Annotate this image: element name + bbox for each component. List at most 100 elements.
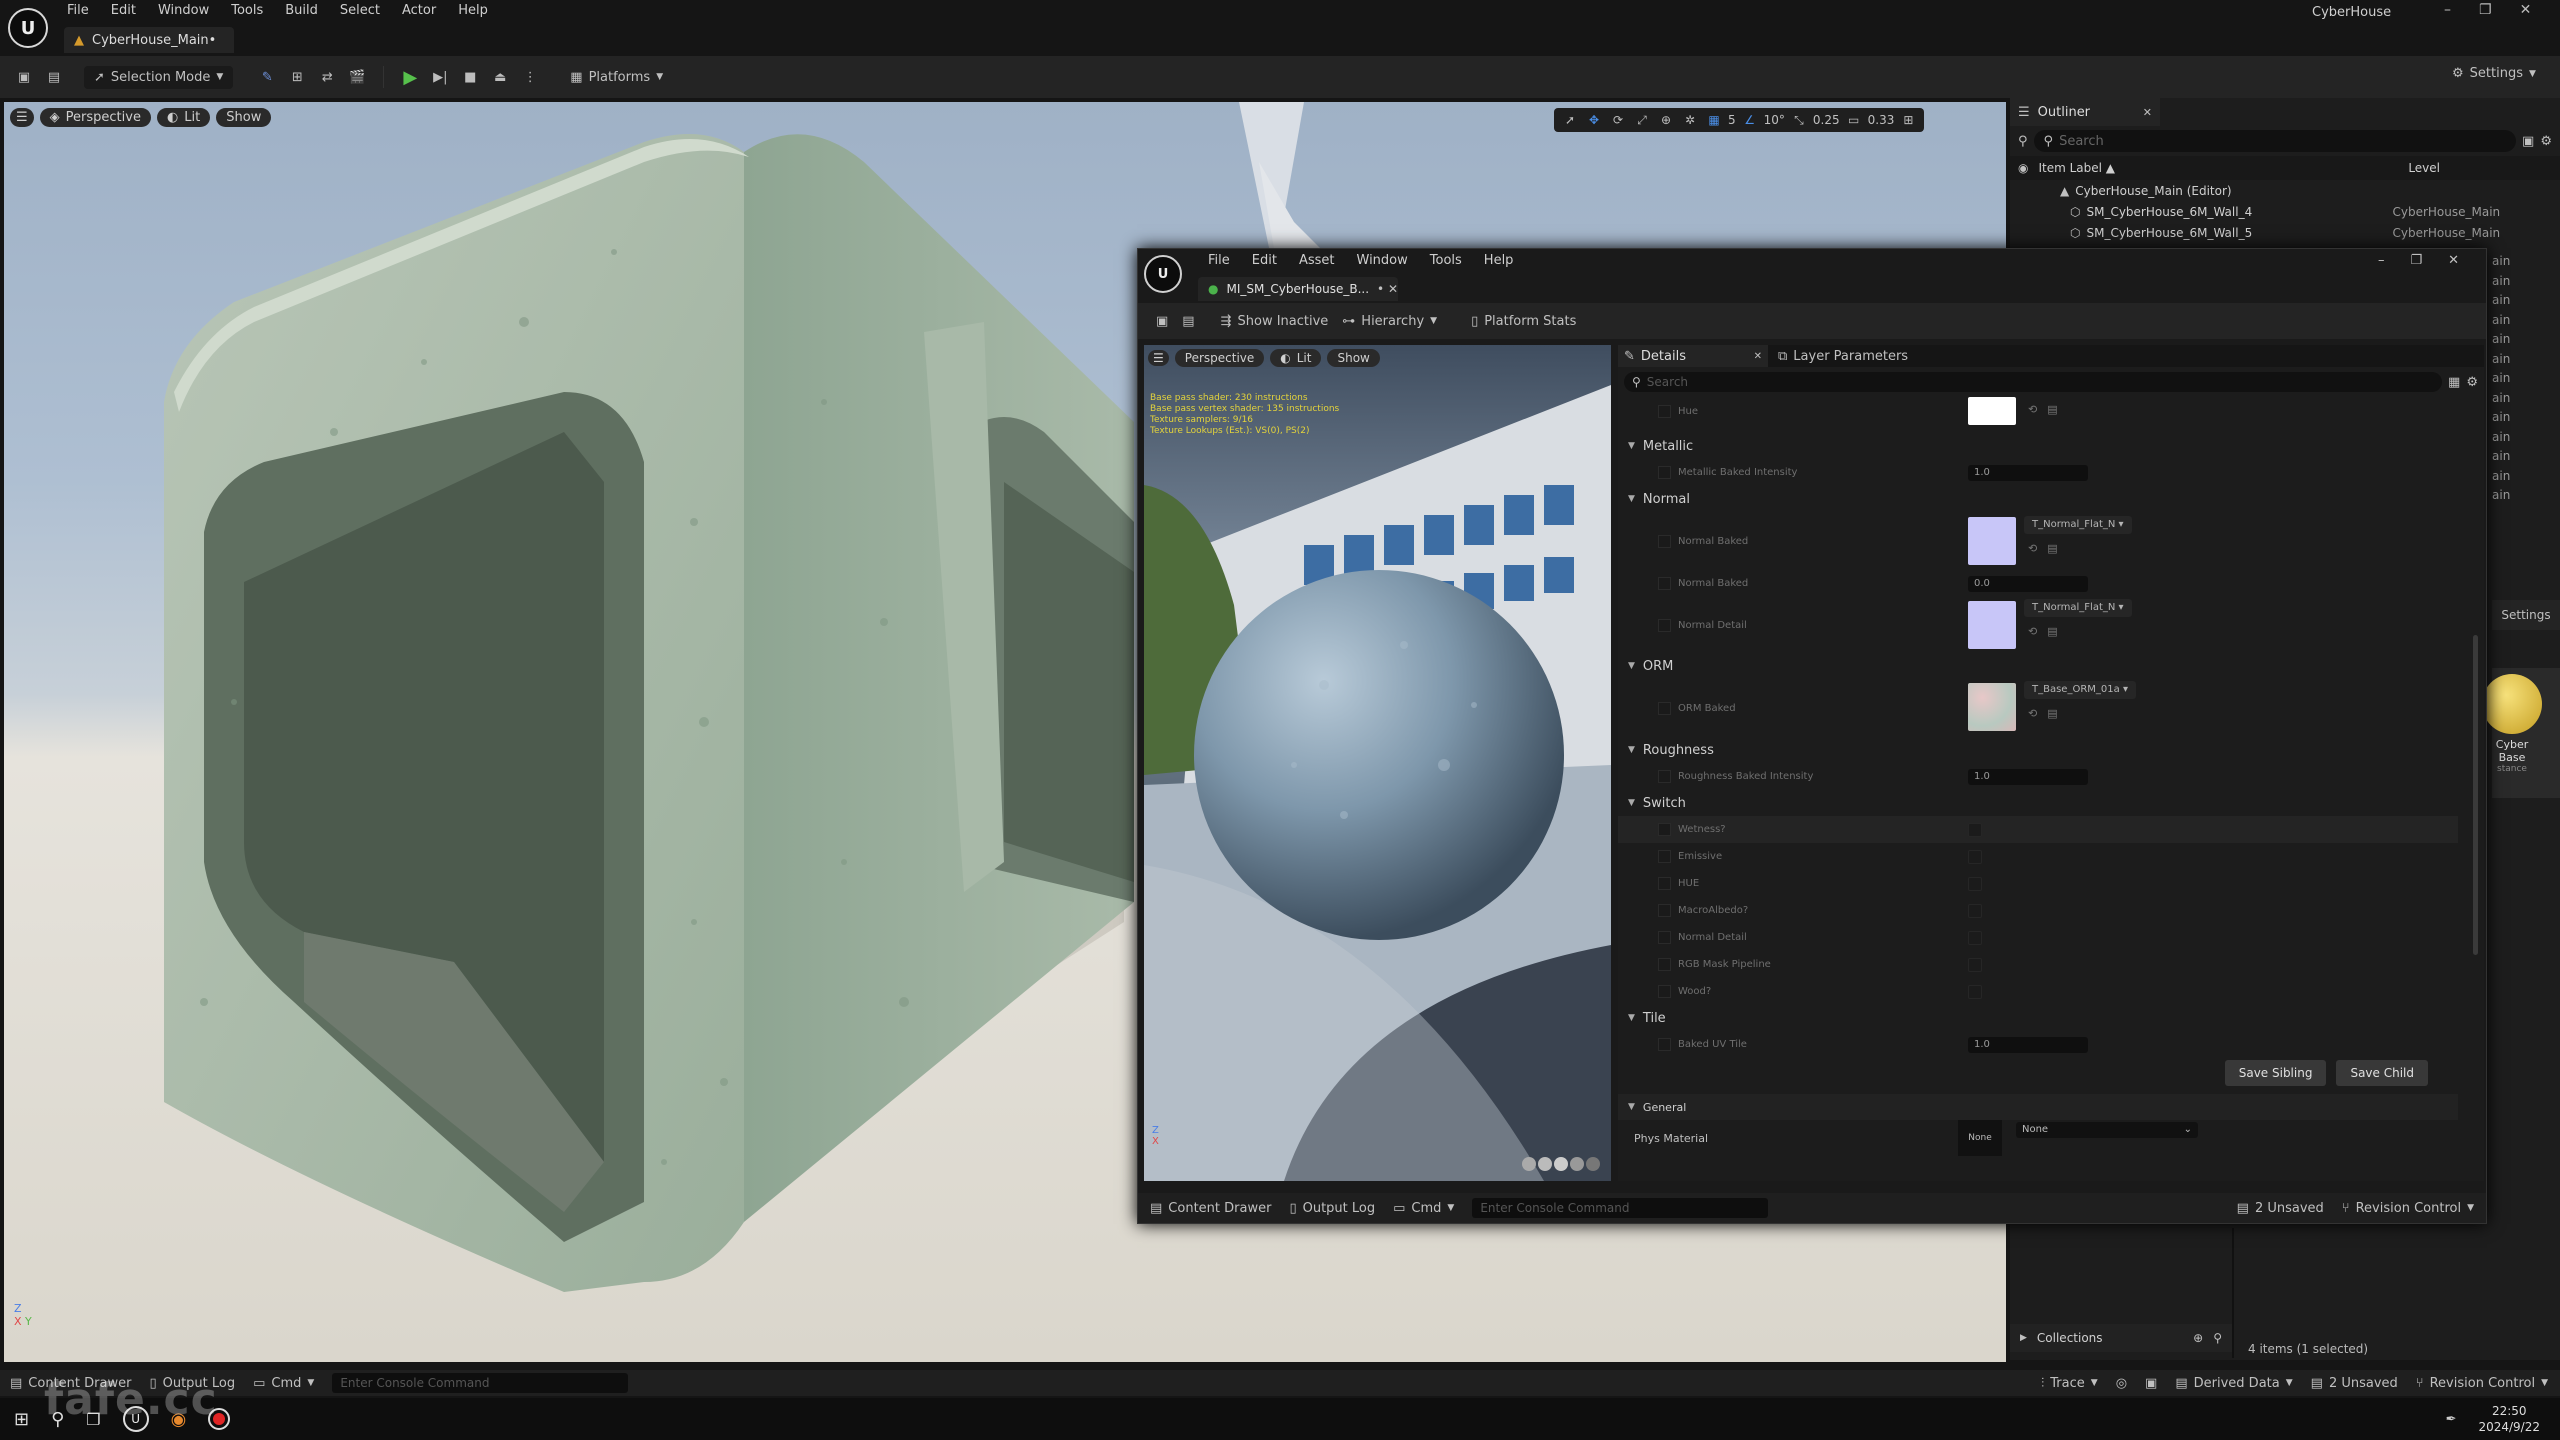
metallic-value-input[interactable]: 1.0: [1968, 464, 2088, 481]
menu-edit[interactable]: Edit: [111, 3, 136, 18]
filter-icon[interactable]: ⚲: [2018, 134, 2028, 149]
override-checkbox[interactable]: [1658, 904, 1671, 917]
more-options-icon[interactable]: ⋮: [520, 67, 540, 87]
normal-detail-texture-select[interactable]: T_Normal_Flat_N ▾: [2024, 599, 2132, 617]
selection-mode-button[interactable]: ➚ Selection Mode ▼: [84, 65, 234, 89]
cylinder-icon[interactable]: [1522, 1157, 1536, 1171]
menu-tools[interactable]: Tools: [231, 3, 263, 18]
browse-icon[interactable]: ▤: [2047, 625, 2057, 638]
orm-texture-thumb[interactable]: [1968, 683, 2016, 731]
minimize-icon[interactable]: –: [2378, 253, 2385, 268]
close-tab-icon[interactable]: ✕: [2143, 106, 2152, 119]
gear-icon[interactable]: ⚙: [2540, 134, 2552, 149]
override-checkbox[interactable]: [1658, 618, 1671, 632]
cmd-button[interactable]: ▭ Cmd ▼: [1393, 1201, 1454, 1216]
editor-menu-file[interactable]: File: [1208, 253, 1230, 268]
item-label-column[interactable]: Item Label ▲: [2038, 161, 2115, 175]
menu-build[interactable]: Build: [285, 3, 318, 18]
override-checkbox[interactable]: [1658, 850, 1671, 863]
restore-icon[interactable]: ❐: [2411, 253, 2423, 268]
menu-help[interactable]: Help: [458, 3, 488, 18]
reset-icon[interactable]: ⟲: [2028, 542, 2037, 555]
close-tab-icon[interactable]: ✕: [1754, 351, 1762, 362]
perspective-button[interactable]: ◈ Perspective: [39, 108, 151, 127]
select-tool-icon[interactable]: ➚: [1560, 110, 1580, 130]
editor-logo[interactable]: U: [1144, 255, 1182, 293]
settings-button[interactable]: ⚙ Settings ▼: [2452, 66, 2536, 81]
override-checkbox[interactable]: [1658, 958, 1671, 971]
editor-menu-window[interactable]: Window: [1357, 253, 1408, 268]
scale-snap-icon[interactable]: ⤡: [1789, 110, 1809, 130]
lit-button[interactable]: ◐ Lit: [156, 108, 211, 127]
menu-window[interactable]: Window: [158, 3, 209, 18]
screenshot-icon[interactable]: ▣: [2145, 1376, 2157, 1391]
asset-thumbnail[interactable]: Cyber Base stance: [2482, 668, 2560, 798]
save-icon[interactable]: ▣: [14, 67, 34, 87]
color-swatch[interactable]: [1968, 397, 2016, 425]
preview-viewport[interactable]: ☰ Perspective ◐ Lit Show Base pass shader…: [1144, 345, 1611, 1181]
preview-perspective-button[interactable]: Perspective: [1174, 349, 1265, 367]
category-general[interactable]: ▼ General: [1618, 1094, 2458, 1120]
scale-snap-value[interactable]: 0.25: [1813, 113, 1840, 127]
outliner-row[interactable]: ⬡ SM_CyberHouse_6M_Wall_4 CyberHouse_Mai…: [2010, 201, 2560, 222]
output-log-button[interactable]: ▯ Output Log: [1289, 1201, 1375, 1216]
editor-menu-tools[interactable]: Tools: [1430, 253, 1462, 268]
switch-checkbox[interactable]: [1968, 957, 1982, 972]
restore-icon[interactable]: ❐: [2479, 2, 2492, 18]
unsaved-button[interactable]: ▤ 2 Unsaved: [2311, 1376, 2398, 1391]
outliner-tab[interactable]: ☰ Outliner ✕: [2010, 98, 2160, 126]
browse-icon[interactable]: ▤: [1182, 314, 1194, 329]
close-icon[interactable]: ✕: [2448, 253, 2459, 268]
layout-icon[interactable]: ⊞: [1898, 110, 1918, 130]
browse-icon[interactable]: ▤: [2047, 403, 2057, 416]
revision-control-button[interactable]: ⑂ Revision Control ▼: [2342, 1201, 2474, 1216]
outliner-row[interactable]: ▲ CyberHouse_Main (Editor): [2010, 180, 2560, 201]
cinematics-icon[interactable]: 🎬: [347, 67, 367, 87]
show-button[interactable]: Show: [216, 108, 272, 127]
override-checkbox[interactable]: [1658, 823, 1671, 836]
save-sibling-button[interactable]: Save Sibling: [2224, 1060, 2327, 1086]
reset-icon[interactable]: ⟲: [2028, 403, 2037, 416]
save-icon[interactable]: ▣: [1156, 314, 1168, 329]
show-inactive-button[interactable]: ⇶ Show Inactive: [1221, 314, 1329, 329]
collections-row[interactable]: ▶ Collections ⊕ ⚲: [2010, 1324, 2232, 1352]
editor-asset-tab[interactable]: ● MI_SM_CyberHouse_B... • ✕: [1198, 277, 1398, 301]
cube-icon[interactable]: [1570, 1157, 1584, 1171]
reset-icon[interactable]: ⟲: [2028, 625, 2037, 638]
override-checkbox[interactable]: [1658, 466, 1671, 479]
details-tab[interactable]: ✎ Details ✕: [1618, 345, 1768, 367]
normal-detail-texture-thumb[interactable]: [1968, 601, 2016, 649]
browse-icon[interactable]: ▤: [2047, 707, 2057, 720]
editor-menu-asset[interactable]: Asset: [1299, 253, 1335, 268]
hierarchy-button[interactable]: ⊶ Hierarchy ▼: [1342, 314, 1437, 329]
preview-options-button[interactable]: ☰: [1148, 350, 1169, 366]
level-tab[interactable]: ▲ CyberHouse_Main•: [64, 27, 234, 53]
camera-icon[interactable]: ◎: [2116, 1376, 2127, 1391]
play-icon[interactable]: ▶: [400, 67, 420, 88]
switch-checkbox[interactable]: [1968, 876, 1982, 891]
switch-checkbox[interactable]: [1968, 984, 1982, 999]
blueprint-icon[interactable]: ⇄: [317, 67, 337, 87]
platform-stats-button[interactable]: ▯ Platform Stats: [1471, 314, 1576, 329]
add-folder-icon[interactable]: ▣: [2522, 134, 2534, 149]
override-checkbox[interactable]: [1658, 404, 1671, 418]
stop-icon[interactable]: ■: [460, 67, 480, 87]
console-input[interactable]: Enter Console Command: [1472, 1198, 1769, 1218]
camera-speed-icon[interactable]: ▭: [1844, 110, 1864, 130]
override-checkbox[interactable]: [1658, 985, 1671, 998]
gear-icon[interactable]: ⚙: [2466, 375, 2478, 390]
cmd-button[interactable]: ▭ Cmd ▼: [253, 1376, 314, 1391]
step-icon[interactable]: ▶|: [430, 67, 450, 87]
add-collection-icon[interactable]: ⊕: [2193, 1331, 2203, 1345]
override-checkbox[interactable]: [1658, 701, 1671, 715]
world-local-icon[interactable]: ⊕: [1656, 110, 1676, 130]
surface-snap-icon[interactable]: ✲: [1680, 110, 1700, 130]
add-actor-icon[interactable]: ⊞: [287, 67, 307, 87]
scale-tool-icon[interactable]: ⤢: [1632, 110, 1652, 130]
angle-snap-icon[interactable]: ∠: [1740, 110, 1760, 130]
layer-parameters-tab[interactable]: ⧉ Layer Parameters: [1768, 349, 1908, 364]
category-tile[interactable]: ▼ Tile: [1618, 1005, 2458, 1031]
outliner-search-input[interactable]: ⚲ Search: [2033, 130, 2517, 152]
outliner-row[interactable]: ⬡ SM_CyberHouse_6M_Wall_5 CyberHouse_Mai…: [2010, 222, 2560, 243]
browse-icon[interactable]: ▤: [44, 67, 64, 87]
